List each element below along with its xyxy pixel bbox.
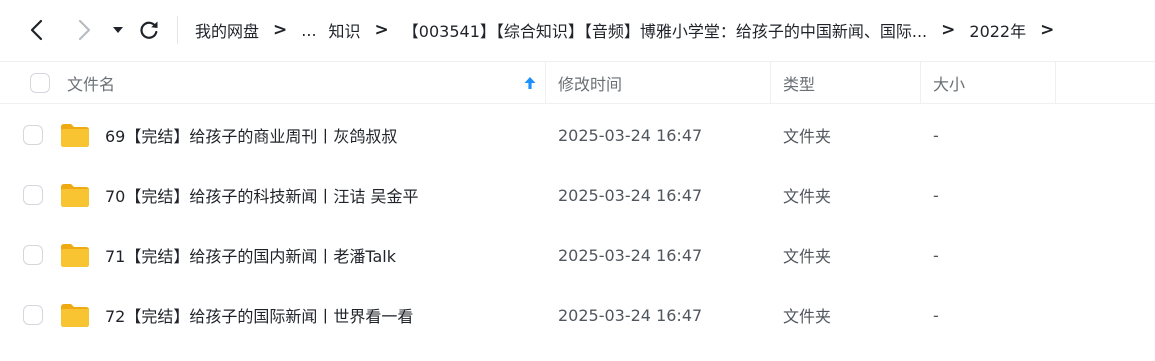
select-all-cell — [30, 62, 50, 104]
type-cell: 文件夹 — [783, 225, 831, 285]
row-checkbox[interactable] — [23, 245, 43, 265]
column-header-name[interactable]: 文件名 — [67, 62, 115, 104]
folder-icon-cell — [60, 165, 90, 225]
toolbar-divider — [177, 16, 178, 44]
modified-time: 2025-03-24 16:47 — [558, 245, 703, 265]
size-cell: - — [933, 285, 939, 345]
file-name-cell: 69【完结】给孩子的商业周刊丨灰鸽叔叔 — [105, 105, 397, 165]
column-header-name-label: 文件名 — [67, 75, 116, 94]
column-divider — [770, 62, 771, 104]
file-name-cell: 72【完结】给孩子的国际新闻丨世界看一看 — [105, 285, 413, 345]
file-name[interactable]: 69【完结】给孩子的商业周刊丨灰鸽叔叔 — [105, 123, 397, 147]
folder-icon-cell — [60, 285, 90, 345]
breadcrumb-item-root[interactable]: 我的网盘 — [195, 18, 259, 42]
file-size: - — [933, 185, 939, 205]
row-select-cell — [23, 285, 43, 345]
table-row[interactable]: 71【完结】给孩子的国内新闻丨老潘Talk 2025-03-24 16:47 文… — [0, 225, 1155, 285]
size-cell: - — [933, 165, 939, 225]
file-type: 文件夹 — [783, 187, 832, 206]
breadcrumb-separator: > — [374, 20, 389, 40]
table-header: 文件名 修改时间 类型 大小 — [0, 61, 1155, 104]
column-divider — [920, 62, 921, 104]
breadcrumb-item-course[interactable]: 【003541】【综合知识】【音频】博雅小学堂：给孩子的中国新闻、国际... — [403, 18, 927, 42]
column-header-size[interactable]: 大小 — [933, 62, 965, 104]
folder-icon — [61, 184, 89, 207]
modified-time: 2025-03-24 16:47 — [558, 125, 703, 145]
folder-icon-cell — [60, 225, 90, 285]
file-name-cell: 71【完结】给孩子的国内新闻丨老潘Talk — [105, 225, 396, 285]
modified-cell: 2025-03-24 16:47 — [558, 225, 702, 285]
column-divider — [1055, 62, 1056, 104]
folder-icon — [61, 244, 89, 267]
column-header-size-label: 大小 — [933, 75, 966, 94]
history-dropdown-button[interactable] — [104, 16, 132, 44]
file-type: 文件夹 — [783, 247, 832, 266]
modified-cell: 2025-03-24 16:47 — [558, 165, 702, 225]
modified-time: 2025-03-24 16:47 — [558, 185, 703, 205]
breadcrumb: 我的网盘 > ... 知识 > 【003541】【综合知识】【音频】博雅小学堂：… — [195, 16, 1068, 44]
chevron-right-icon — [78, 19, 91, 41]
folder-icon — [61, 304, 89, 327]
breadcrumb-item-ellipsis[interactable]: ... — [301, 21, 316, 40]
type-cell: 文件夹 — [783, 105, 831, 165]
back-button[interactable] — [23, 16, 51, 44]
sort-button[interactable] — [523, 62, 537, 104]
folder-icon-cell — [60, 105, 90, 165]
size-cell: - — [933, 225, 939, 285]
modified-cell: 2025-03-24 16:47 — [558, 105, 702, 165]
file-size: - — [933, 125, 939, 145]
forward-button[interactable] — [70, 16, 98, 44]
row-select-cell — [23, 105, 43, 165]
file-size: - — [933, 305, 939, 325]
folder-icon — [61, 124, 89, 147]
breadcrumb-separator: > — [273, 20, 288, 40]
type-cell: 文件夹 — [783, 285, 831, 345]
file-name-cell: 70【完结】给孩子的科技新闻丨汪诘 吴金平 — [105, 165, 418, 225]
file-name[interactable]: 70【完结】给孩子的科技新闻丨汪诘 吴金平 — [105, 183, 418, 207]
row-select-cell — [23, 165, 43, 225]
refresh-icon — [140, 21, 158, 39]
chevron-left-icon — [30, 19, 43, 41]
type-cell: 文件夹 — [783, 165, 831, 225]
row-checkbox[interactable] — [23, 125, 43, 145]
toolbar: 我的网盘 > ... 知识 > 【003541】【综合知识】【音频】博雅小学堂：… — [0, 0, 1155, 60]
file-name[interactable]: 72【完结】给孩子的国际新闻丨世界看一看 — [105, 303, 413, 327]
column-header-modified-label: 修改时间 — [558, 75, 623, 94]
select-all-checkbox[interactable] — [30, 73, 50, 93]
row-checkbox[interactable] — [23, 305, 43, 325]
file-type: 文件夹 — [783, 127, 832, 146]
table-row[interactable]: 72【完结】给孩子的国际新闻丨世界看一看 2025-03-24 16:47 文件… — [0, 285, 1155, 345]
breadcrumb-item-knowledge[interactable]: 知识 — [329, 18, 361, 42]
table-row[interactable]: 69【完结】给孩子的商业周刊丨灰鸽叔叔 2025-03-24 16:47 文件夹… — [0, 105, 1155, 165]
column-header-modified[interactable]: 修改时间 — [558, 62, 622, 104]
column-header-type-label: 类型 — [783, 75, 816, 94]
breadcrumb-separator: > — [941, 20, 956, 40]
modified-time: 2025-03-24 16:47 — [558, 305, 703, 325]
table-row[interactable]: 70【完结】给孩子的科技新闻丨汪诘 吴金平 2025-03-24 16:47 文… — [0, 165, 1155, 225]
file-type: 文件夹 — [783, 307, 832, 326]
row-checkbox[interactable] — [23, 185, 43, 205]
caret-down-icon — [113, 27, 123, 33]
column-divider — [545, 62, 546, 104]
breadcrumb-item-year[interactable]: 2022年 — [969, 18, 1026, 42]
row-select-cell — [23, 225, 43, 285]
modified-cell: 2025-03-24 16:47 — [558, 285, 702, 345]
breadcrumb-separator: > — [1040, 20, 1055, 40]
file-size: - — [933, 245, 939, 265]
file-name[interactable]: 71【完结】给孩子的国内新闻丨老潘Talk — [105, 243, 396, 267]
size-cell: - — [933, 105, 939, 165]
arrow-up-icon — [524, 77, 536, 89]
refresh-button[interactable] — [135, 16, 163, 44]
column-header-type[interactable]: 类型 — [783, 62, 815, 104]
